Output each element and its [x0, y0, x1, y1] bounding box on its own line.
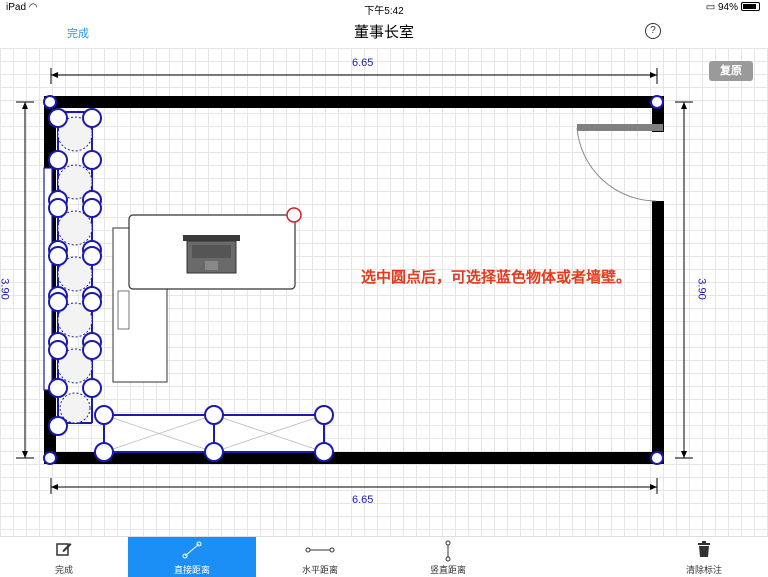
- tab-clear-annotations-label: 清除标注: [685, 565, 722, 575]
- instruction-note: 选中圆点后，可选择蓝色物体或者墙壁。: [361, 268, 632, 286]
- dimension-left: 3.90: [0, 278, 11, 300]
- laptop-icon: [183, 235, 240, 274]
- trash-icon: [698, 541, 710, 557]
- edit-icon: [56, 543, 72, 556]
- horizontal-line-icon: [305, 547, 335, 553]
- tab-vertical-distance-label: 竖直距离: [429, 565, 466, 575]
- tab-horizontal-distance-label: 水平距离: [301, 565, 338, 575]
- floorplan-drawing[interactable]: [0, 0, 768, 576]
- dimension-bottom: 6.65: [352, 494, 374, 506]
- bottom-toolbar: 完成 直接距离 水平距离 竖直距离 清除标注: [0, 536, 768, 577]
- door[interactable]: [576, 124, 663, 202]
- dimension-top: 6.65: [352, 57, 374, 69]
- tab-done[interactable]: 完成: [0, 537, 128, 577]
- restore-button[interactable]: 复原: [709, 61, 753, 81]
- tab-done-label: 完成: [54, 565, 73, 575]
- bottom-cabinet[interactable]: [94, 405, 334, 462]
- tab-clear-annotations[interactable]: 清除标注: [640, 537, 768, 577]
- left-cabinet[interactable]: [43, 108, 102, 436]
- tab-direct-distance-label: 直接距离: [173, 565, 210, 575]
- tab-direct-distance[interactable]: 直接距离: [128, 537, 256, 577]
- tab-horizontal-distance[interactable]: 水平距离: [256, 537, 384, 577]
- selected-handle[interactable]: [286, 207, 302, 223]
- tab-vertical-distance[interactable]: 竖直距离: [384, 537, 512, 577]
- dimension-right: 3.90: [695, 278, 708, 300]
- diagonal-line-icon: [182, 541, 202, 559]
- vertical-line-icon: [445, 540, 451, 562]
